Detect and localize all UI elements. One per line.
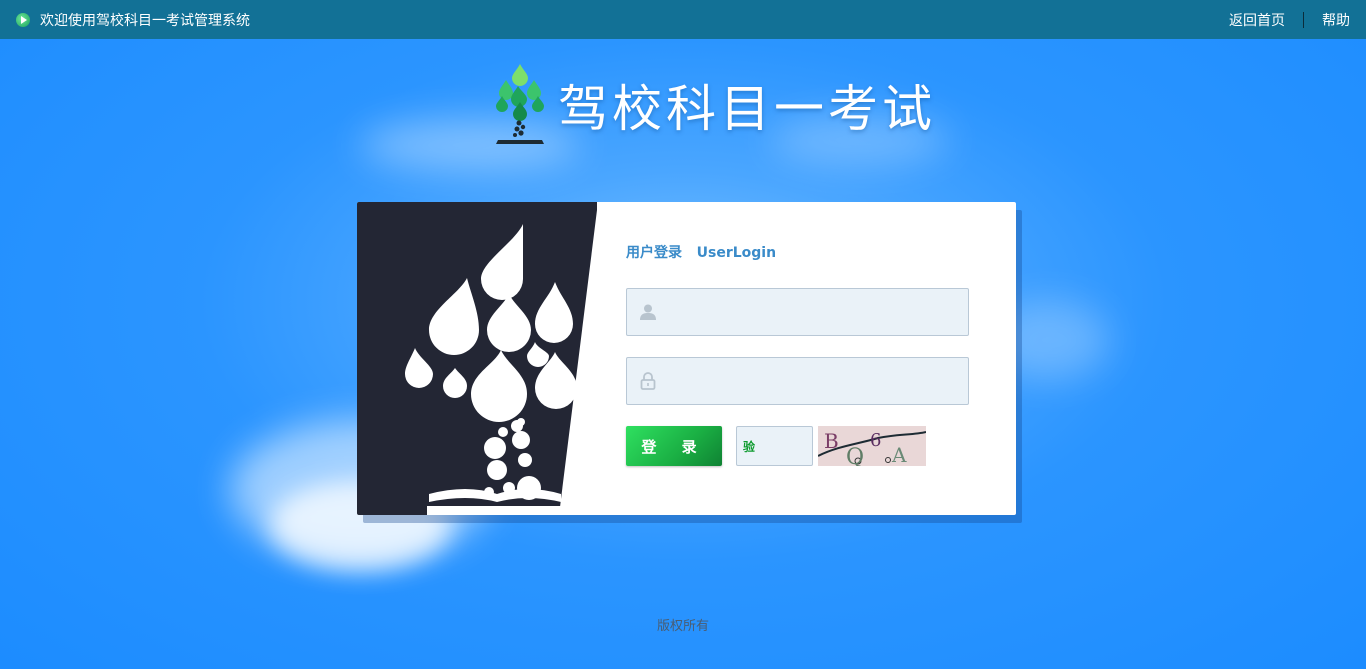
login-heading-en: UserLogin (696, 245, 777, 261)
login-card: 用户登录 UserLogin 登 录 验 B Q 6 A (357, 202, 1016, 515)
captcha-input[interactable] (757, 427, 811, 465)
captcha-char-4: A (891, 443, 907, 466)
brand-title: 驾校科目一考试 (558, 79, 936, 138)
captcha-label: 验 (743, 440, 756, 454)
captcha-image[interactable]: B Q 6 A (818, 426, 926, 466)
captcha-char-3: 6 (870, 430, 881, 451)
tree-logo-icon (496, 64, 544, 144)
divider (1303, 11, 1304, 28)
username-field[interactable] (626, 288, 969, 336)
captcha-char-2: Q (846, 445, 864, 466)
user-icon (640, 304, 656, 320)
home-link[interactable]: 返回首页 (1229, 10, 1285, 30)
footer-copyright: 版权所有 (656, 619, 709, 634)
login-form: 用户登录 UserLogin 登 录 验 B Q 6 A (626, 242, 986, 466)
action-row: 登 录 验 B Q 6 A (626, 426, 986, 466)
password-field[interactable] (626, 357, 969, 405)
captcha-char-1: B (824, 429, 839, 453)
play-icon (16, 12, 30, 27)
login-heading: 用户登录 UserLogin (626, 242, 986, 262)
brand-header: 驾校科目一考试 (490, 62, 936, 147)
card-illustration (357, 202, 597, 515)
password-input[interactable] (667, 358, 961, 404)
login-heading-cn: 用户登录 (626, 245, 682, 261)
top-bar-left: 欢迎使用驾校科目一考试管理系统 (0, 10, 250, 30)
lock-icon (640, 372, 656, 390)
username-input[interactable] (667, 289, 961, 335)
top-bar-right: 返回首页 帮助 (1229, 10, 1366, 30)
captcha-field[interactable]: 验 (736, 426, 813, 466)
login-button[interactable]: 登 录 (626, 426, 722, 466)
welcome-text: 欢迎使用驾校科目一考试管理系统 (40, 12, 250, 29)
top-bar: 欢迎使用驾校科目一考试管理系统 返回首页 帮助 (0, 0, 1366, 39)
help-link[interactable]: 帮助 (1322, 10, 1350, 30)
